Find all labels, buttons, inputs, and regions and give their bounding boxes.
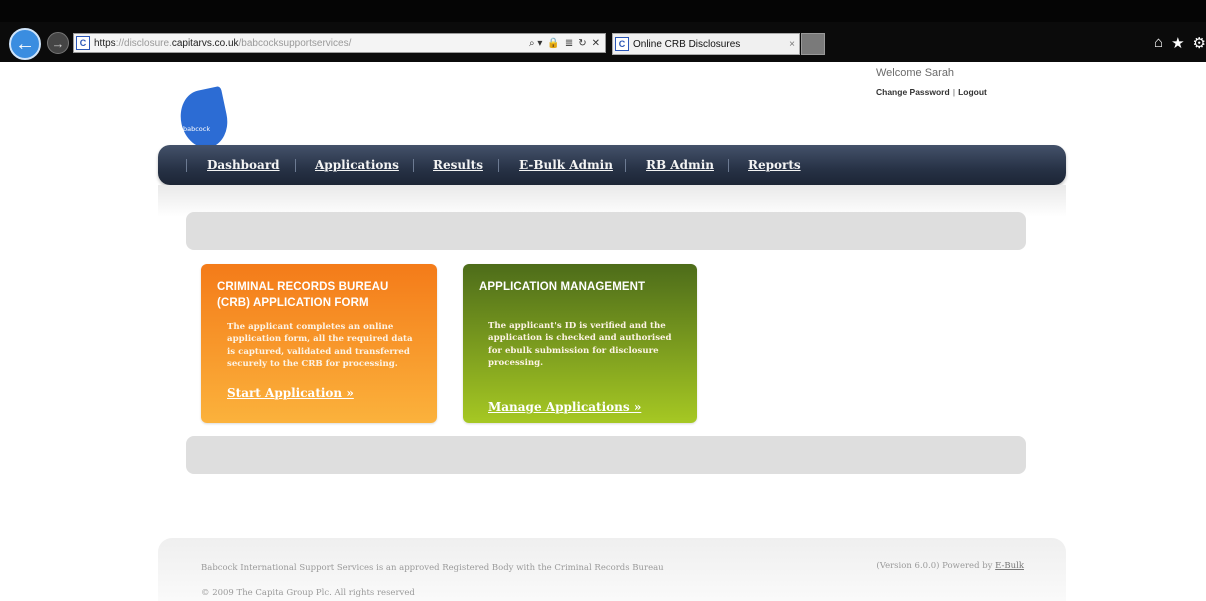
logo-drop-shape [175,85,233,153]
url-text[interactable]: https://disclosure.capitarvs.co.uk/babco… [94,38,529,49]
crb-card-title: CRIMINAL RECORDS BUREAU (CRB) APPLICATIO… [217,279,388,311]
app-card-description-line: processing. [488,357,544,368]
welcome-text: Welcome Sarah [876,67,955,79]
application-management-card: APPLICATION MANAGEMENT The applicant's I… [463,264,697,423]
new-tab-button[interactable] [801,33,825,55]
nav-divider [295,159,296,172]
favorites-star-icon[interactable]: ★ [1171,34,1184,52]
lock-icon[interactable]: 🔒 [547,38,559,49]
tab-close-icon[interactable]: × [785,39,799,50]
back-button[interactable]: ← [9,28,41,60]
url-path: /babcocksupportservices/ [238,37,352,49]
forward-arrow-icon: → [51,35,65,51]
crb-card-description: The applicant completes an online applic… [227,321,413,370]
footer-copyright: © 2009 The Capita Group Plc. All rights … [201,588,415,598]
browser-toolbar-right: ⌂ ★ ⚙ [1154,34,1206,52]
manage-applications-link[interactable]: Manage Applications » [488,400,641,414]
ebulk-link[interactable]: E-Bulk [995,561,1024,571]
compatibility-view-icon[interactable]: ≣ [565,38,573,49]
home-icon[interactable]: ⌂ [1154,34,1163,52]
site-favicon-icon: C [76,36,90,50]
tab-title: Online CRB Disclosures [633,38,741,50]
nav-item-ebulk-admin[interactable]: E-Bulk Admin [519,158,613,172]
logo-wordmark: babcock [183,125,211,133]
url-host-faded: ://disclosure. [115,37,172,49]
nav-divider [728,159,729,172]
link-separator: | [952,87,956,97]
app-card-description-line: application is checked and authorised [488,333,672,344]
address-tools: ⌕ ▾ 🔒 ≣ ↻ ✕ [529,38,605,49]
nav-divider [186,159,187,172]
nav-item-rb-admin[interactable]: RB Admin [646,158,714,172]
crb-card-title-line2: (CRB) APPLICATION FORM [217,297,369,309]
nav-item-applications[interactable]: Applications [315,158,399,172]
start-application-link[interactable]: Start Application » [227,386,354,400]
search-dropdown-icon[interactable]: ⌕ ▾ [529,38,542,49]
browser-top-strip [0,0,1206,22]
url-host: capitarvs.co.uk [171,37,239,49]
page-footer: Babcock International Support Services i… [158,538,1066,601]
crb-application-card: CRIMINAL RECORDS BUREAU (CRB) APPLICATIO… [201,264,437,423]
app-card-title: APPLICATION MANAGEMENT [479,281,646,293]
app-card-description: The applicant's ID is verified and the a… [488,320,672,369]
content-bar-top [186,212,1026,250]
babcock-logo: babcock [175,85,233,153]
change-password-link[interactable]: Change Password [876,87,950,97]
nav-item-results[interactable]: Results [433,158,483,172]
crb-card-description-line: is captured, validated and transferred [227,346,410,357]
address-bar[interactable]: C https://disclosure.capitarvs.co.uk/bab… [73,33,606,53]
nav-divider [625,159,626,172]
app-card-description-line: The applicant's ID is verified and the [488,321,666,331]
nav-divider [413,159,414,172]
nav-divider [498,159,499,172]
footer-version: (Version 6.0.0) Powered by E-Bulk [876,561,1024,571]
content-bar-bottom [186,436,1026,474]
footer-version-text: (Version 6.0.0) Powered by [876,561,993,571]
url-scheme: https [94,37,116,49]
nav-item-reports[interactable]: Reports [748,158,801,172]
account-links: Change Password | Logout [876,87,987,97]
app-card-description-line: for ebulk submission for disclosure [488,345,659,356]
forward-button[interactable]: → [47,32,69,54]
refresh-icon[interactable]: ↻ [578,38,586,49]
browser-tab[interactable]: C Online CRB Disclosures × [612,33,800,55]
main-navigation: Dashboard Applications Results E-Bulk Ad… [158,145,1066,185]
crb-card-description-line: application form, all the required data [227,334,413,345]
back-arrow-icon: ← [15,32,35,55]
crb-card-description-line: securely to the CRB for processing. [227,358,398,369]
footer-statement: Babcock International Support Services i… [201,563,664,573]
browser-chrome: ← → C https://disclosure.capitarvs.co.uk… [0,0,1206,62]
crb-card-description-line: The applicant completes an online [227,322,394,332]
tools-gear-icon[interactable]: ⚙ [1193,34,1206,52]
stop-icon[interactable]: ✕ [592,38,600,49]
logout-link[interactable]: Logout [958,87,987,97]
tab-favicon-icon: C [615,37,629,51]
crb-card-title-line1: CRIMINAL RECORDS BUREAU [217,281,389,293]
nav-item-dashboard[interactable]: Dashboard [207,158,280,172]
